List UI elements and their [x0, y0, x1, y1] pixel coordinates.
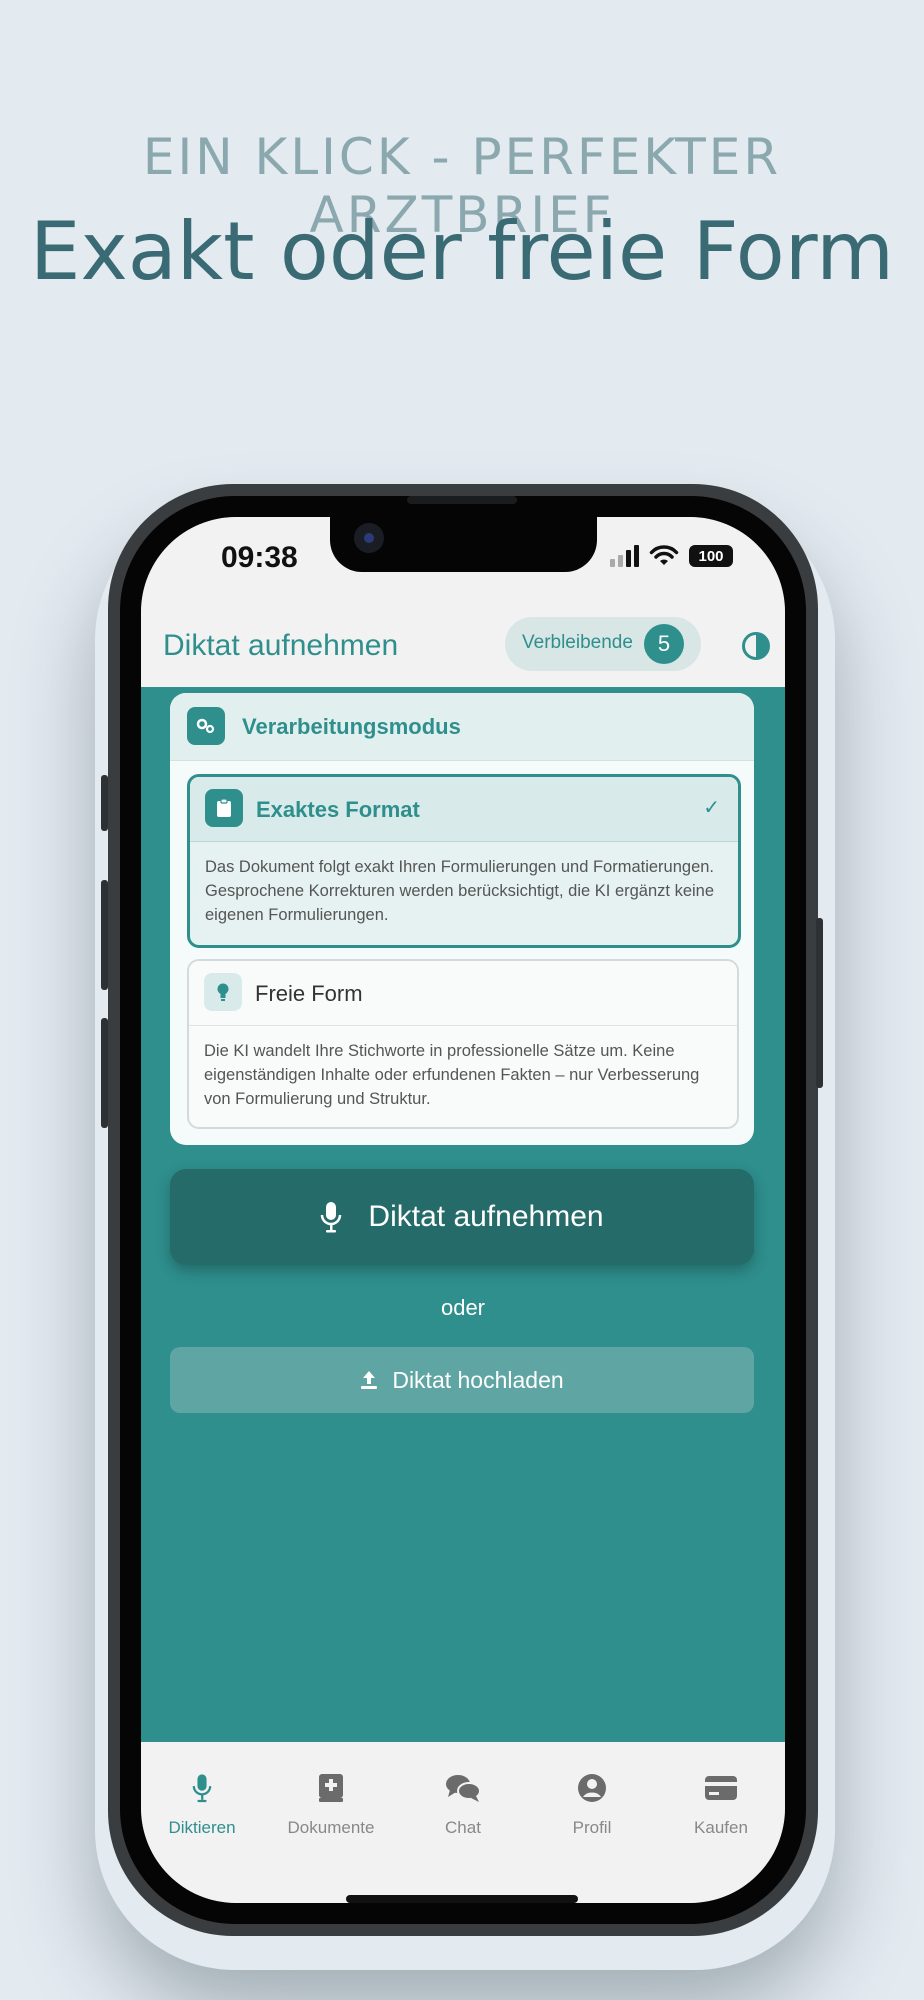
signal-icon [610, 545, 639, 567]
option-free-description: Die KI wandelt Ihre Stichworte in profes… [204, 1042, 700, 1108]
clipboard-icon [205, 789, 243, 827]
lightbulb-icon [204, 973, 242, 1011]
app-header: Diktat aufnehmen Verbleibende 5 [141, 617, 785, 687]
upload-button-label: Diktat hochladen [392, 1366, 564, 1393]
option-exact-title: Exaktes Format [256, 797, 420, 822]
upload-icon [361, 1371, 378, 1389]
home-indicator[interactable] [346, 1895, 578, 1903]
camera-notch [330, 517, 597, 572]
record-dictation-button[interactable]: Diktat aufnehmen [170, 1169, 754, 1265]
mode-card-title: Verarbeitungsmodus [242, 714, 461, 739]
checkmark-icon: ✓ [703, 797, 720, 819]
mode-card-header: Verarbeitungsmodus [170, 693, 754, 761]
phone-speaker [407, 496, 517, 504]
tab-kaufen[interactable]: Kaufen [666, 1770, 776, 1838]
gears-icon [187, 707, 225, 745]
phone-power-button [816, 918, 823, 1088]
battery-icon: 100 [689, 545, 733, 567]
tab-chat[interactable]: Chat [408, 1770, 518, 1838]
tab-profil[interactable]: Profil [537, 1770, 647, 1838]
page-title: Diktat aufnehmen [163, 629, 399, 662]
remaining-count: 5 [644, 624, 684, 664]
tab-label: Dokumente [287, 1818, 375, 1837]
option-free-title: Freie Form [255, 981, 363, 1006]
tab-diktieren[interactable]: Diktieren [147, 1770, 257, 1838]
promo-title: Exakt oder freie Form [29, 205, 895, 298]
microphone-icon [147, 1770, 257, 1806]
remaining-badge[interactable]: Verbleibende 5 [505, 617, 701, 671]
wifi-icon [649, 545, 679, 565]
record-button-label: Diktat aufnehmen [368, 1200, 604, 1233]
medical-book-icon [276, 1770, 386, 1806]
option-free-form[interactable]: Freie Form Die KI wandelt Ihre Stichwort… [187, 959, 739, 1129]
chat-bubbles-icon [408, 1770, 518, 1806]
option-exact-description: Das Dokument folgt exakt Ihren Formulier… [205, 858, 715, 924]
tab-label: Profil [572, 1818, 612, 1837]
phone-action-button [101, 775, 108, 831]
phone-screen: 09:38 100 Diktat aufnehmen Verbleibende … [141, 517, 785, 1903]
credit-card-icon [666, 1770, 776, 1806]
front-camera [354, 523, 384, 553]
microphone-icon [321, 1202, 342, 1233]
upload-dictation-button[interactable]: Diktat hochladen [170, 1347, 754, 1413]
status-time: 09:38 [221, 541, 298, 574]
theme-toggle-icon[interactable] [742, 632, 770, 660]
remaining-label: Verbleibende [522, 632, 633, 653]
tab-dokumente[interactable]: Dokumente [276, 1770, 386, 1838]
user-circle-icon [537, 1770, 647, 1806]
option-exact-format[interactable]: Exaktes Format ✓ Das Dokument folgt exak… [187, 774, 741, 948]
phone-volume-down-button [101, 1018, 108, 1128]
or-separator: oder [440, 1295, 486, 1320]
tab-label: Kaufen [694, 1818, 748, 1837]
phone-volume-up-button [101, 880, 108, 990]
tab-label: Chat [445, 1818, 481, 1837]
bottom-tab-bar: Diktieren Dokumente Chat Profil Kaufen [141, 1742, 785, 1903]
processing-mode-card: Verarbeitungsmodus Exaktes Format ✓ Das … [170, 693, 754, 1145]
tab-label: Diktieren [168, 1818, 236, 1837]
